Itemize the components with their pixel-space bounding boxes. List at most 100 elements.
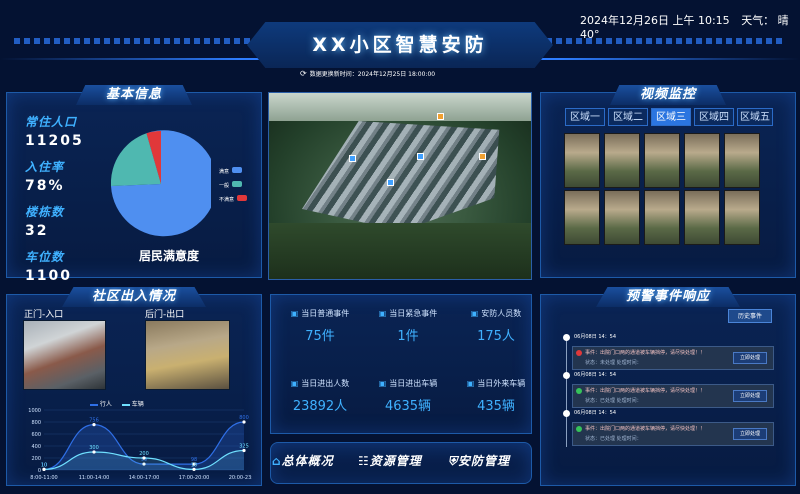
video-title: 视频监控: [609, 85, 727, 105]
header-datetime: 2024年12月26日 上午 10:15 天气： 晴 40°: [580, 12, 800, 41]
check-icon: [576, 426, 582, 432]
camera-feed[interactable]: [644, 190, 680, 245]
nav-overview-button[interactable]: ⌂总体概况: [272, 452, 334, 469]
nav-security-button[interactable]: ⛨安防管理: [448, 452, 510, 469]
camera-feed[interactable]: [724, 190, 760, 245]
camera-feed[interactable]: [564, 190, 600, 245]
list-icon: ☷: [358, 454, 370, 468]
metric-icon: ▣: [378, 379, 387, 388]
x-tick-label: 14:00-17:00: [129, 475, 160, 481]
x-tick-label: 20:00-23:00: [229, 475, 252, 481]
x-tick-label: 8:00-11:00: [30, 475, 57, 481]
metric-value: 435辆: [477, 399, 515, 414]
stat-label: 常住人口: [25, 115, 78, 129]
header-left-deco: [14, 38, 254, 44]
legend-swatch: [237, 195, 248, 201]
history-events-button[interactable]: 历史事件: [728, 309, 772, 323]
metric-value: 4635辆: [384, 399, 432, 414]
alert-item[interactable]: 事件：出院门口两的通道被车辆挡停，请尽快处理！！ 状态：已处理 处理时间： 立即处理: [572, 422, 774, 446]
y-tick-label: 800: [31, 420, 41, 426]
refresh-icon[interactable]: ⟳: [300, 69, 307, 78]
metric-label: ▣ 当日普通事件: [290, 309, 350, 318]
metric-value: 175人: [477, 329, 515, 344]
tab-region-1[interactable]: 区域一: [565, 108, 605, 126]
camera-feed[interactable]: [684, 133, 720, 188]
legend-label: 一般: [219, 183, 230, 189]
data-label: 756: [89, 418, 99, 424]
camera-feed[interactable]: [604, 190, 640, 245]
handle-now-button[interactable]: 立即处理: [733, 428, 767, 440]
tab-region-5[interactable]: 区域五: [737, 108, 773, 126]
map-marker[interactable]: [387, 179, 394, 186]
gate-front-photo[interactable]: [23, 320, 106, 390]
alert-time: 06月08日 14：54: [574, 372, 617, 378]
legend-swatch: [232, 167, 243, 173]
check-icon: [576, 388, 582, 394]
map-marker[interactable]: [349, 155, 356, 162]
alert-time: 06月08日 14：54: [574, 410, 617, 416]
data-label: 10: [191, 462, 197, 468]
metric-value: 23892人: [292, 399, 348, 414]
stat-occupancy: 入住率 78%: [25, 158, 84, 194]
tab-region-4[interactable]: 区域四: [694, 108, 734, 126]
map-marker[interactable]: [437, 113, 444, 120]
legend-item: 不满意: [219, 195, 248, 203]
stat-label: 入住率: [25, 160, 65, 174]
satisfaction-pie: [111, 130, 211, 237]
alert-item[interactable]: 事件：出院门口两的通道被车辆挡停，请尽快处理！！ 状态：已处理 处理时间： 立即处理: [572, 384, 774, 408]
nav-security-label: 安防管理: [458, 454, 511, 468]
stat-parking: 车位数 1100: [25, 248, 84, 284]
legend-label: 不满意: [219, 197, 235, 203]
handle-now-button[interactable]: 立即处理: [733, 390, 767, 402]
map-marker[interactable]: [479, 153, 486, 160]
camera-feed[interactable]: [724, 133, 760, 188]
community-aerial-map[interactable]: [268, 92, 532, 280]
alerts-title: 预警事件响应: [595, 287, 741, 307]
gate-back-photo[interactable]: [145, 320, 230, 390]
y-tick-label: 600: [31, 432, 41, 438]
metric-label: ▣ 当日进出人数: [290, 379, 350, 388]
metric-card: ▣ 当日外来车辆 435辆: [452, 378, 540, 414]
alert-timeline: [566, 337, 567, 447]
pie-legend: 满意 一般 不满意: [219, 167, 248, 203]
metric-icon: ▣: [290, 309, 299, 318]
stat-label: 车位数: [25, 250, 65, 264]
update-time: ⟳ 数据更换新时间：2024年12月25日 18:00:00: [300, 69, 435, 78]
nav-resources-button[interactable]: ☷资源管理: [358, 452, 422, 469]
camera-feed[interactable]: [684, 190, 720, 245]
y-tick-label: 1000: [28, 408, 41, 414]
update-time-text: 数据更换新时间：2024年12月25日 18:00:00: [309, 71, 436, 78]
timeline-dot: [563, 372, 570, 379]
access-title: 社区出入情况: [61, 287, 207, 307]
legend-item: 一般: [219, 181, 247, 189]
tab-region-2[interactable]: 区域二: [608, 108, 648, 126]
stats-list: 常住人口 11205 入住率 78% 楼栋数 32 车位数 1100: [25, 113, 84, 293]
camera-feed[interactable]: [604, 133, 640, 188]
datetime-text: 2024年12月26日 上午 10:15: [580, 14, 730, 27]
nav-resources-label: 资源管理: [369, 454, 422, 468]
shield-icon: ⛨: [448, 454, 459, 468]
metric-label: ▣ 当日外来车辆: [466, 379, 526, 388]
y-tick-label: 0: [38, 468, 41, 474]
page-title: XX小区智慧安防: [247, 22, 553, 68]
stat-residents: 常住人口 11205: [25, 113, 84, 149]
metric-icon: ▣: [290, 379, 299, 388]
stat-buildings: 楼栋数 32: [25, 203, 84, 239]
tab-region-3[interactable]: 区域三: [651, 108, 691, 126]
metric-icon: ▣: [466, 379, 475, 388]
data-label: 300: [89, 445, 99, 451]
y-tick-label: 200: [31, 456, 41, 462]
metric-label: ▣ 当日紧急事件: [378, 309, 438, 318]
timeline-dot: [563, 410, 570, 417]
map-marker[interactable]: [417, 153, 424, 160]
y-tick-label: 400: [31, 444, 41, 450]
alert-item[interactable]: 事件：出院门口两的通道被车辆挡停，请尽快处理！！ 状态：未处理 处理时间： 立即处理: [572, 346, 774, 370]
stat-value: 32: [25, 223, 49, 239]
legend-item: 满意: [219, 167, 247, 175]
access-line-chart: 0 200 400 600 800 1000 8:00-11:00 11:00-14:00 14…: [28, 408, 252, 481]
handle-now-button[interactable]: 立即处理: [733, 352, 767, 364]
metric-icon: ▣: [470, 309, 479, 318]
basic-info-title: 基本信息: [75, 85, 193, 105]
camera-feed[interactable]: [644, 133, 680, 188]
camera-feed[interactable]: [564, 133, 600, 188]
